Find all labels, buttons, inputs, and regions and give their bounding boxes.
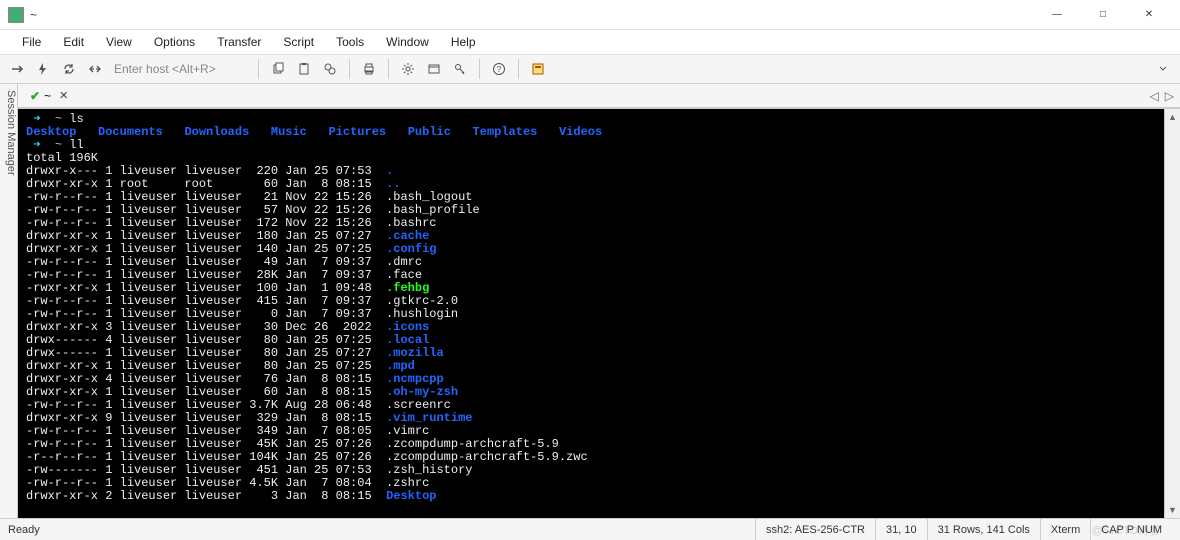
session-manager-sidebar[interactable]: Session Manager: [0, 84, 18, 518]
connect-icon[interactable]: [6, 58, 28, 80]
menu-edit[interactable]: Edit: [53, 32, 94, 52]
workspace: ✔ ~ ✕ ◁ ▷ ➜ ~ lsDesktop Documents Downlo…: [18, 84, 1180, 518]
status-cursor: 31, 10: [875, 519, 927, 540]
session-manager-icon[interactable]: [527, 58, 549, 80]
status-emulation: Xterm: [1040, 519, 1090, 540]
status-ready: Ready: [8, 524, 40, 536]
svg-text:?: ?: [497, 65, 502, 74]
key-icon[interactable]: [449, 58, 471, 80]
menu-file[interactable]: File: [12, 32, 51, 52]
tab-next-icon[interactable]: ▷: [1165, 89, 1174, 103]
copy-icon[interactable]: [267, 58, 289, 80]
toolbar: Enter host <Alt+R> ?: [0, 54, 1180, 84]
tab-close-icon[interactable]: ✕: [59, 89, 68, 102]
title-bar: ~ — □ ✕: [0, 0, 1180, 30]
status-bar: Ready ssh2: AES-256-CTR 31, 10 31 Rows, …: [0, 518, 1180, 540]
reconnect-icon[interactable]: [58, 58, 80, 80]
separator: [388, 59, 389, 79]
scroll-track[interactable]: [1165, 125, 1180, 502]
separator: [349, 59, 350, 79]
scroll-up-icon[interactable]: ▲: [1165, 109, 1180, 125]
find-icon[interactable]: [319, 58, 341, 80]
menu-transfer[interactable]: Transfer: [207, 32, 271, 52]
separator: [518, 59, 519, 79]
disconnect-icon[interactable]: [84, 58, 106, 80]
menu-bar: File Edit View Options Transfer Script T…: [0, 30, 1180, 54]
menu-view[interactable]: View: [96, 32, 142, 52]
status-size: 31 Rows, 141 Cols: [927, 519, 1040, 540]
connected-check-icon: ✔: [30, 89, 40, 103]
status-cipher: ssh2: AES-256-CTR: [755, 519, 875, 540]
window-title: ~: [30, 8, 1034, 22]
menu-tools[interactable]: Tools: [326, 32, 374, 52]
help-icon[interactable]: ?: [488, 58, 510, 80]
mid-area: Session Manager ✔ ~ ✕ ◁ ▷ ➜ ~ lsDesktop …: [0, 84, 1180, 518]
settings-icon[interactable]: [397, 58, 419, 80]
app-icon: [8, 7, 24, 23]
separator: [479, 59, 480, 79]
toolbar-dropdown-icon[interactable]: [1152, 58, 1174, 80]
terminal-wrap: ➜ ~ lsDesktop Documents Downloads Music …: [18, 108, 1180, 518]
scroll-down-icon[interactable]: ▼: [1165, 502, 1180, 518]
minimize-button[interactable]: —: [1034, 0, 1080, 30]
separator: [258, 59, 259, 79]
tab-prev-icon[interactable]: ◁: [1150, 89, 1159, 103]
tab-nav: ◁ ▷: [1150, 89, 1174, 103]
print-icon[interactable]: [358, 58, 380, 80]
quick-connect-icon[interactable]: [32, 58, 54, 80]
menu-help[interactable]: Help: [441, 32, 486, 52]
menu-window[interactable]: Window: [376, 32, 439, 52]
menu-options[interactable]: Options: [144, 32, 205, 52]
session-tab[interactable]: ✔ ~ ✕: [24, 87, 74, 105]
terminal[interactable]: ➜ ~ lsDesktop Documents Downloads Music …: [18, 109, 1164, 518]
maximize-button[interactable]: □: [1080, 0, 1126, 30]
paste-icon[interactable]: [293, 58, 315, 80]
menu-script[interactable]: Script: [273, 32, 324, 52]
close-button[interactable]: ✕: [1126, 0, 1172, 30]
scrollbar[interactable]: ▲ ▼: [1164, 109, 1180, 518]
session-options-icon[interactable]: [423, 58, 445, 80]
tab-bar: ✔ ~ ✕ ◁ ▷: [18, 84, 1180, 108]
status-caps: CAP P NUM: [1090, 519, 1172, 540]
tab-label: ~: [44, 89, 51, 103]
host-input[interactable]: Enter host <Alt+R>: [110, 60, 250, 78]
